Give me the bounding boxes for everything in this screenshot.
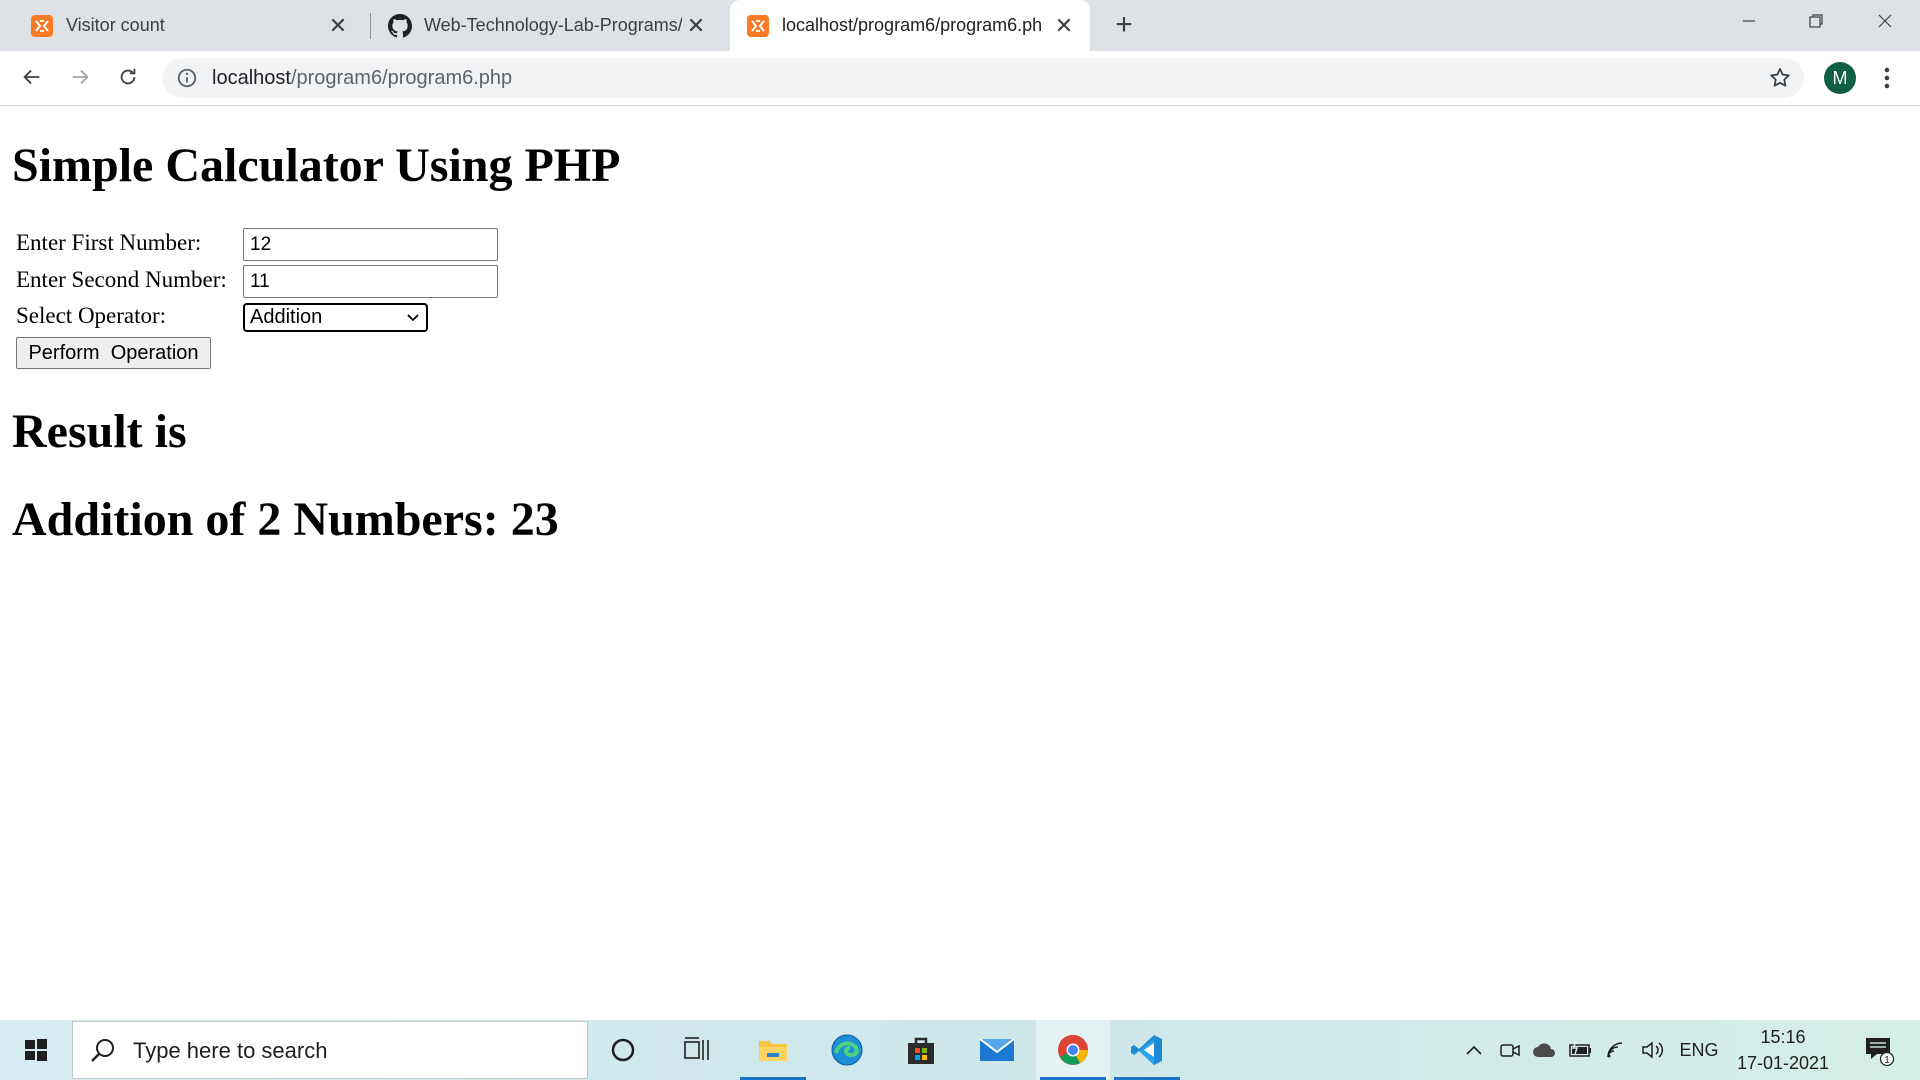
windows-taskbar: Type here to search ENG 15:16 17-01-2021… [0,1020,1920,1080]
tab-title: Web-Technology-Lab-Programs/ [424,15,682,35]
tab-visitor-count[interactable]: Visitor count ✕ [0,0,364,51]
page-title: Simple Calculator Using PHP [12,139,621,192]
task-view-icon [684,1037,709,1060]
more-menu-icon[interactable] [1875,63,1899,93]
cortana-button[interactable] [586,1020,660,1080]
url-path: /program6/program6.php [290,67,513,89]
tab-github[interactable]: Web-Technology-Lab-Programs/ ✕ [358,0,722,51]
chrome-button[interactable] [1036,1020,1110,1080]
tab-title: localhost/program6/program6.ph [782,15,1043,35]
chrome-icon [1058,1034,1088,1065]
result-text: Addition of 2 Numbers: 23 [12,493,559,546]
operator-select[interactable]: Addition [243,303,428,332]
chevron-down-icon [407,314,419,322]
search-icon [91,1039,114,1062]
notification-icon: 1 [1866,1038,1895,1066]
second-number-label: Enter Second Number: [16,267,227,292]
url-text[interactable]: localhost/program6/program6.php [212,58,512,98]
minimize-icon [1743,20,1755,22]
arrow-right-icon [72,69,89,85]
tab-title: Visitor count [66,15,165,35]
perform-operation-button[interactable]: Perform Operation [16,337,211,369]
wifi-icon [1607,1042,1623,1058]
restore-icon [1809,14,1823,28]
browser-toolbar: localhost/program6/program6.php M [0,51,1920,106]
edge-button[interactable] [810,1020,884,1080]
mail-button[interactable] [960,1020,1034,1080]
profile-avatar[interactable]: M [1824,62,1856,94]
input-language-indicator[interactable]: ENG [1676,1020,1722,1080]
browser-tab-strip: Visitor count ✕ Web-Technology-Lab-Progr… [0,0,1920,51]
clock-time: 15:16 [1760,1027,1806,1047]
result-heading: Result is [12,405,187,458]
forward-button[interactable] [62,59,98,95]
start-button[interactable] [0,1020,72,1080]
url-host: localhost [212,67,291,89]
page-content: Simple Calculator Using PHP Enter First … [0,106,1920,1020]
close-icon [1878,14,1892,28]
store-icon [908,1037,934,1064]
info-icon[interactable] [176,67,198,89]
operator-label: Select Operator: [16,303,167,328]
meet-now-button[interactable] [1496,1020,1524,1080]
close-tab-icon[interactable]: ✕ [324,12,352,40]
chevron-up-icon [1466,1045,1482,1055]
operator-selected-value: Addition [250,306,323,328]
first-number-input[interactable] [243,228,498,261]
clock-date: 17-01-2021 [1736,1053,1830,1073]
address-bar[interactable]: localhost/program6/program6.php [162,58,1804,98]
xampp-icon [30,14,54,38]
onedrive-button[interactable] [1530,1020,1560,1080]
close-tab-icon[interactable]: ✕ [682,12,710,40]
tab-program6[interactable]: localhost/program6/program6.ph ✕ [730,0,1090,51]
wifi-button[interactable] [1602,1020,1632,1080]
second-number-input[interactable] [243,265,498,298]
battery-button[interactable] [1566,1020,1596,1080]
github-icon [388,13,412,38]
new-tab-button[interactable]: + [1108,10,1140,42]
vscode-icon [1131,1035,1162,1065]
action-center-button[interactable]: 1 [1856,1020,1902,1080]
restore-button[interactable] [1783,0,1849,42]
taskbar-clock[interactable]: 15:16 17-01-2021 [1728,1024,1838,1076]
reload-button[interactable] [110,59,146,95]
windows-logo-icon [25,1039,47,1061]
folder-icon [759,1041,787,1061]
search-placeholder: Type here to search [133,1038,328,1063]
mail-icon [979,1038,1015,1061]
close-tab-icon[interactable]: ✕ [1050,12,1078,40]
volume-button[interactable] [1638,1020,1668,1080]
arrow-left-icon [23,69,40,85]
xampp-icon [746,14,770,38]
bookmark-star-icon[interactable] [1768,66,1792,90]
speaker-icon [1642,1041,1664,1059]
file-explorer-button[interactable] [736,1020,810,1080]
taskbar-search-box[interactable]: Type here to search [72,1021,588,1079]
show-hidden-icons-button[interactable] [1462,1020,1486,1080]
battery-charging-icon [1569,1041,1591,1057]
close-window-button[interactable] [1852,0,1918,42]
first-number-label: Enter First Number: [16,230,202,255]
reload-icon [120,68,136,85]
notification-count: 1 [1884,1055,1890,1066]
camera-icon [1500,1044,1520,1057]
cortana-icon [611,1038,635,1062]
store-button[interactable] [884,1020,958,1080]
edge-icon [831,1034,863,1066]
cloud-icon [1533,1043,1555,1057]
task-view-button[interactable] [660,1020,734,1080]
back-button[interactable] [14,59,50,95]
minimize-button[interactable] [1716,0,1782,42]
vscode-button[interactable] [1110,1020,1184,1080]
